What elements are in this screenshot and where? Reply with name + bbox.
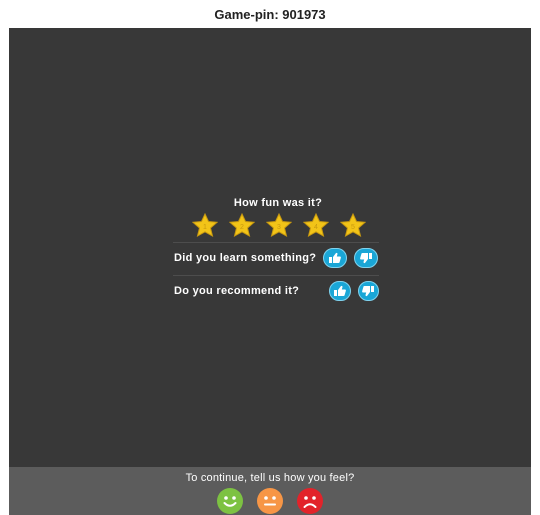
main-panel: How fun was it? 1 2 3 4 5 Did you learn … xyxy=(9,28,531,467)
fun-question-label: How fun was it? xyxy=(233,197,323,209)
star-3-button[interactable]: 3 xyxy=(265,212,293,238)
thumbs-down-icon xyxy=(360,253,373,264)
thumbs-up-icon xyxy=(333,285,346,296)
star-1-button[interactable]: 1 xyxy=(191,212,219,238)
learn-row: Did you learn something? xyxy=(169,246,379,270)
sad-face-button[interactable] xyxy=(297,488,323,514)
feedback-panel: How fun was it? 1 2 3 4 5 Did you learn … xyxy=(169,197,379,303)
mood-footer: To continue, tell us how you feel? xyxy=(9,467,531,515)
star-number: 1 xyxy=(203,224,207,231)
star-number: 5 xyxy=(351,224,355,231)
recommend-row: Do you recommend it? xyxy=(169,279,379,303)
star-rating: 1 2 3 4 5 xyxy=(179,212,379,238)
recommend-thumbs-up-button[interactable] xyxy=(329,281,351,301)
learn-question-label: Did you learn something? xyxy=(174,252,317,264)
game-pin-header: Game-pin: 901973 xyxy=(0,0,540,28)
mood-options xyxy=(9,488,531,514)
star-5-button[interactable]: 5 xyxy=(339,212,367,238)
star-number: 2 xyxy=(240,224,244,231)
star-number: 3 xyxy=(277,224,281,231)
happy-face-button[interactable] xyxy=(217,488,243,514)
sad-face-icon xyxy=(303,496,317,508)
thumbs-down-icon xyxy=(362,286,375,297)
thumbs-up-icon xyxy=(329,252,342,263)
star-4-button[interactable]: 4 xyxy=(302,212,330,238)
star-number: 4 xyxy=(314,224,318,231)
recommend-question-label: Do you recommend it? xyxy=(174,285,300,297)
happy-face-icon xyxy=(223,496,237,507)
learn-thumbs-up-button[interactable] xyxy=(323,248,348,268)
learn-thumbs-down-button[interactable] xyxy=(354,248,379,268)
divider xyxy=(173,275,379,276)
neutral-face-button[interactable] xyxy=(257,488,283,514)
continue-prompt: To continue, tell us how you feel? xyxy=(185,472,355,484)
recommend-thumbs-down-button[interactable] xyxy=(357,281,379,301)
star-2-button[interactable]: 2 xyxy=(228,212,256,238)
neutral-face-icon xyxy=(264,496,276,506)
divider xyxy=(173,242,379,243)
